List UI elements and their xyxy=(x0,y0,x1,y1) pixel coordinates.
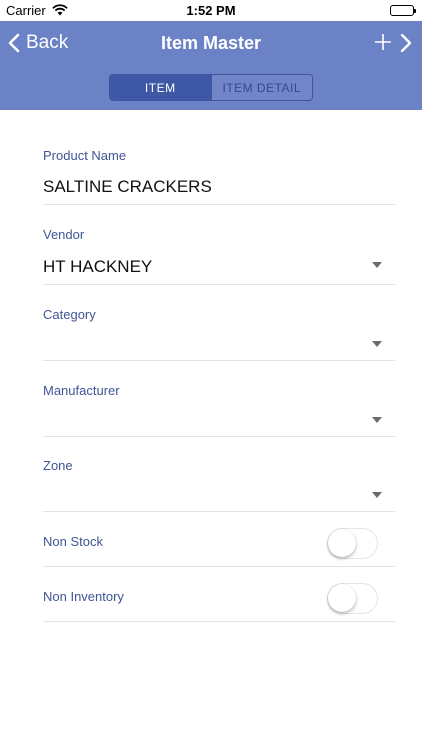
navigation-bar: Back Item Master ITEM ITEM DETAIL xyxy=(0,21,422,110)
zone-field[interactable]: Zone xyxy=(43,437,395,512)
page-title: Item Master xyxy=(160,33,262,53)
category-label: Category xyxy=(43,307,96,322)
manufacturer-field[interactable]: Manufacturer xyxy=(43,361,395,437)
dropdown-arrow-icon[interactable] xyxy=(372,492,382,498)
status-bar: Carrier 1:52 PM xyxy=(0,0,422,21)
vendor-field[interactable]: Vendor HT HACKNEY xyxy=(43,205,395,285)
non-inventory-row: Non Inventory xyxy=(43,567,395,622)
non-inventory-toggle[interactable] xyxy=(327,583,378,614)
product-name-value[interactable]: SALTINE CRACKERS xyxy=(43,177,212,197)
dropdown-arrow-icon[interactable] xyxy=(372,417,382,423)
non-stock-row: Non Stock xyxy=(43,512,395,567)
category-field[interactable]: Category xyxy=(43,285,395,361)
toggle-knob xyxy=(328,584,356,612)
manufacturer-label: Manufacturer xyxy=(43,383,120,398)
product-name-field[interactable]: Product Name SALTINE CRACKERS xyxy=(43,110,395,205)
product-name-label: Product Name xyxy=(43,148,127,163)
chevron-right-icon[interactable] xyxy=(399,33,413,53)
vendor-value: HT HACKNEY xyxy=(43,257,153,276)
dropdown-arrow-icon[interactable] xyxy=(372,262,382,268)
battery-icon xyxy=(390,5,416,16)
dropdown-arrow-icon[interactable] xyxy=(372,341,382,347)
toggle-knob xyxy=(328,529,356,557)
status-time: 1:52 PM xyxy=(186,3,236,18)
non-stock-label: Non Stock xyxy=(43,534,103,549)
plus-icon[interactable] xyxy=(374,33,392,51)
vendor-label: Vendor xyxy=(43,227,85,242)
tab-item-detail[interactable]: ITEM DETAIL xyxy=(210,75,312,100)
tab-item[interactable]: ITEM xyxy=(110,75,211,100)
zone-label: Zone xyxy=(43,458,73,473)
segmented-control: ITEM ITEM DETAIL xyxy=(109,74,313,101)
non-inventory-label: Non Inventory xyxy=(43,589,124,604)
non-stock-toggle[interactable] xyxy=(327,528,378,559)
